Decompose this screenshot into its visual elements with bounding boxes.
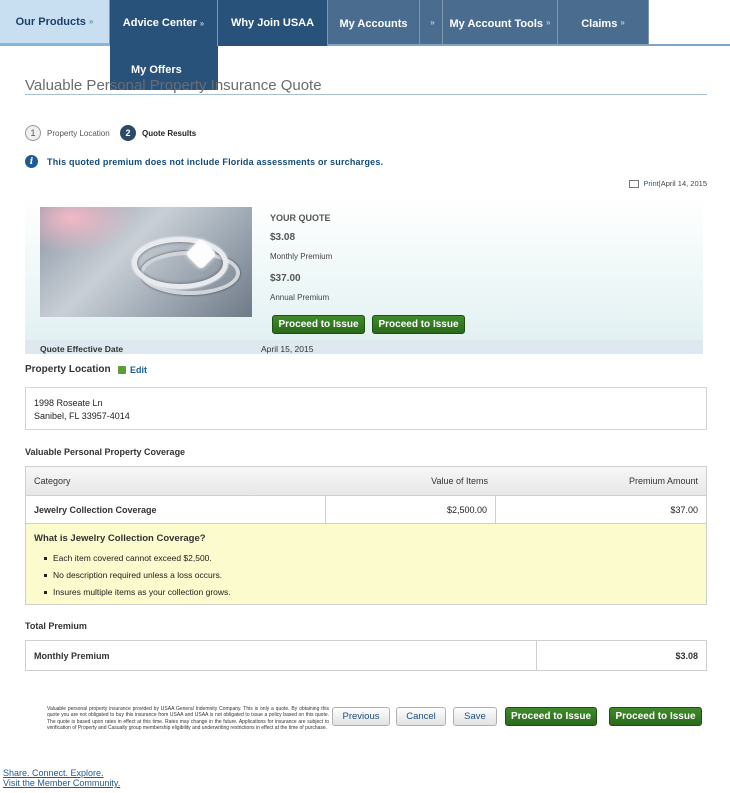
- chevron-down-icon: »: [430, 18, 435, 27]
- total-label: Monthly Premium: [26, 641, 537, 670]
- list-item: Insures multiple items as your collectio…: [44, 584, 706, 601]
- print-row: Print | April 14, 2015: [629, 179, 707, 188]
- monthly-premium-label: Monthly Premium: [270, 252, 333, 261]
- chevron-down-icon: »: [199, 18, 205, 28]
- chevron-down-icon: »: [620, 18, 625, 27]
- edit-label: Edit: [130, 365, 147, 375]
- annual-premium-amount: $37.00: [270, 273, 301, 284]
- member-community-link[interactable]: Share. Connect. Explore. Visit the Membe…: [3, 768, 120, 788]
- explanation-title: What is Jewelry Collection Coverage?: [34, 533, 206, 544]
- share-line-1: Share. Connect. Explore.: [3, 768, 104, 778]
- effective-date-label: Quote Effective Date: [40, 344, 124, 354]
- nav-underline: [328, 44, 730, 46]
- your-quote-heading: YOUR QUOTE: [270, 213, 331, 223]
- address-box: 1998 Roseate Ln Sanibel, FL 33957-4014: [25, 387, 707, 430]
- dropdown-item-my-offers[interactable]: My Offers: [131, 64, 182, 76]
- proceed-to-issue-button-4[interactable]: Proceed to Issue: [609, 707, 702, 726]
- nav-my-accounts-label: My Accounts: [339, 18, 408, 30]
- print-date: April 14, 2015: [660, 179, 707, 188]
- list-item: Each item covered cannot exceed $2,500.: [44, 550, 706, 567]
- step-quote-results: 2 Quote Results: [120, 125, 196, 141]
- premium-notice: i This quoted premium does not include F…: [25, 155, 383, 168]
- step-number: 1: [25, 125, 41, 141]
- proceed-to-issue-button-2[interactable]: Proceed to Issue: [372, 315, 465, 334]
- print-link[interactable]: Print: [643, 179, 658, 188]
- notice-text: This quoted premium does not include Flo…: [47, 156, 384, 167]
- nav-my-accounts-dropdown[interactable]: »: [420, 0, 443, 46]
- cell-category: Jewelry Collection Coverage: [26, 496, 326, 523]
- explanation-list: Each item covered cannot exceed $2,500. …: [34, 550, 706, 601]
- column-header-premium: Premium Amount: [628, 476, 698, 486]
- proceed-to-issue-button[interactable]: Proceed to Issue: [272, 315, 365, 334]
- step-label: Property Location: [47, 128, 110, 138]
- cell-value: $2,500.00: [326, 496, 496, 523]
- total-amount: $3.08: [675, 650, 698, 661]
- nav-why-join-label: Why Join USAA: [230, 17, 315, 29]
- nav-our-products-label: Our Products: [15, 15, 86, 28]
- table-row: Jewelry Collection Coverage $2,500.00 $3…: [26, 496, 706, 524]
- nav-my-accounts[interactable]: My Accounts: [328, 0, 420, 46]
- previous-button[interactable]: Previous: [332, 707, 390, 726]
- total-premium-heading: Total Premium: [25, 621, 87, 631]
- edit-icon: [118, 366, 126, 374]
- cancel-button[interactable]: Cancel: [396, 707, 446, 726]
- info-icon: i: [25, 155, 38, 168]
- ring-photo: [40, 207, 252, 317]
- step-number: 2: [120, 125, 136, 141]
- share-line-2: Visit the Member Community.: [3, 778, 121, 788]
- proceed-to-issue-button-3[interactable]: Proceed to Issue: [505, 707, 597, 726]
- monthly-premium-amount: $3.08: [270, 232, 296, 243]
- nav-why-join-usaa[interactable]: Why Join USAA: [218, 0, 328, 46]
- total-premium-row: Monthly Premium $3.08: [25, 640, 707, 671]
- table-header: Category Value of Items Premium Amount: [26, 467, 706, 496]
- ring-shape: [132, 237, 228, 289]
- list-item: No description required unless a loss oc…: [44, 567, 706, 584]
- step-property-location: 1 Property Location: [25, 125, 110, 141]
- column-header-category: Category: [34, 476, 71, 486]
- coverage-table: Category Value of Items Premium Amount J…: [25, 466, 707, 605]
- step-label: Quote Results: [142, 128, 197, 138]
- annual-premium-label: Annual Premium: [270, 293, 330, 302]
- address-line-2: Sanibel, FL 33957-4014: [34, 411, 130, 421]
- edit-property-link[interactable]: Edit: [118, 365, 147, 375]
- page-title: Valuable Personal Property Insurance Quo…: [25, 77, 322, 94]
- printer-icon[interactable]: [629, 179, 640, 188]
- cell-premium: $37.00: [670, 504, 698, 515]
- save-button[interactable]: Save: [453, 707, 497, 726]
- nav-advice-center[interactable]: Advice Center»: [110, 0, 218, 46]
- nav-our-products[interactable]: Our Products»: [0, 0, 110, 46]
- disclaimer-text: Valuable personal property insurance pro…: [47, 706, 329, 732]
- chevron-down-icon: »: [88, 17, 94, 26]
- coverage-heading: Valuable Personal Property Coverage: [25, 447, 186, 457]
- title-divider: [25, 94, 707, 95]
- chevron-down-icon: »: [546, 18, 551, 27]
- nav-advice-center-label: Advice Center: [122, 17, 197, 29]
- nav-claims-label: Claims: [581, 18, 618, 30]
- nav-account-tools-label: My Account Tools: [449, 18, 544, 30]
- nav-claims[interactable]: Claims»: [558, 0, 649, 46]
- top-navigation: Our Products» Advice Center» Why Join US…: [0, 0, 730, 46]
- effective-date-bar: [25, 340, 703, 354]
- property-location-heading: Property Location: [25, 364, 111, 375]
- effective-date-value: April 15, 2015: [261, 344, 314, 354]
- nav-my-account-tools[interactable]: My Account Tools»: [443, 0, 558, 46]
- coverage-explanation: What is Jewelry Collection Coverage? Eac…: [26, 524, 706, 604]
- column-header-value: Value of Items: [431, 476, 488, 486]
- address-line-1: 1998 Roseate Ln: [34, 398, 103, 408]
